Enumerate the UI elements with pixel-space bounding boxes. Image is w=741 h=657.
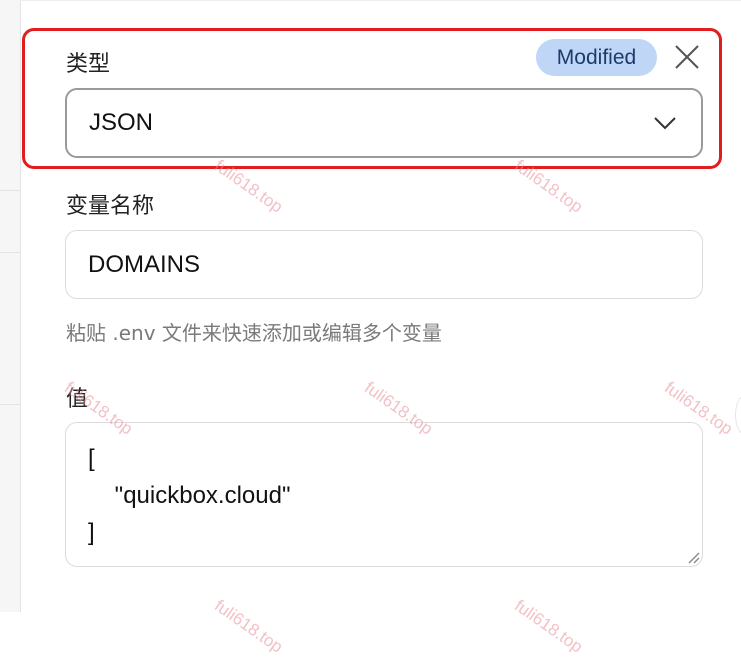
type-select[interactable]: JSON (65, 88, 703, 158)
value-textarea[interactable]: [ "quickbox.cloud" ] (65, 422, 703, 567)
variable-name-label: 变量名称 (66, 194, 155, 219)
chevron-down-icon (654, 117, 676, 130)
modified-status-badge: Modified (536, 39, 657, 76)
top-divider (20, 0, 741, 1)
watermark: fuli618.top (511, 596, 587, 657)
type-select-value: JSON (89, 109, 154, 136)
rail-divider (0, 190, 20, 191)
rail-divider (0, 252, 20, 253)
close-icon (675, 45, 699, 69)
env-paste-hint: 粘贴 .env 文件来快速添加或编辑多个变量 (66, 321, 442, 345)
left-rail (0, 0, 21, 612)
watermark: fuli618.top (211, 596, 287, 657)
rail-divider (0, 404, 20, 405)
type-label: 类型 (66, 52, 111, 77)
resize-handle-icon[interactable] (686, 550, 700, 564)
variable-name-input[interactable] (65, 230, 703, 299)
edge-scroll-hint (735, 395, 741, 435)
value-label: 值 (66, 387, 89, 412)
close-button[interactable] (672, 42, 702, 72)
